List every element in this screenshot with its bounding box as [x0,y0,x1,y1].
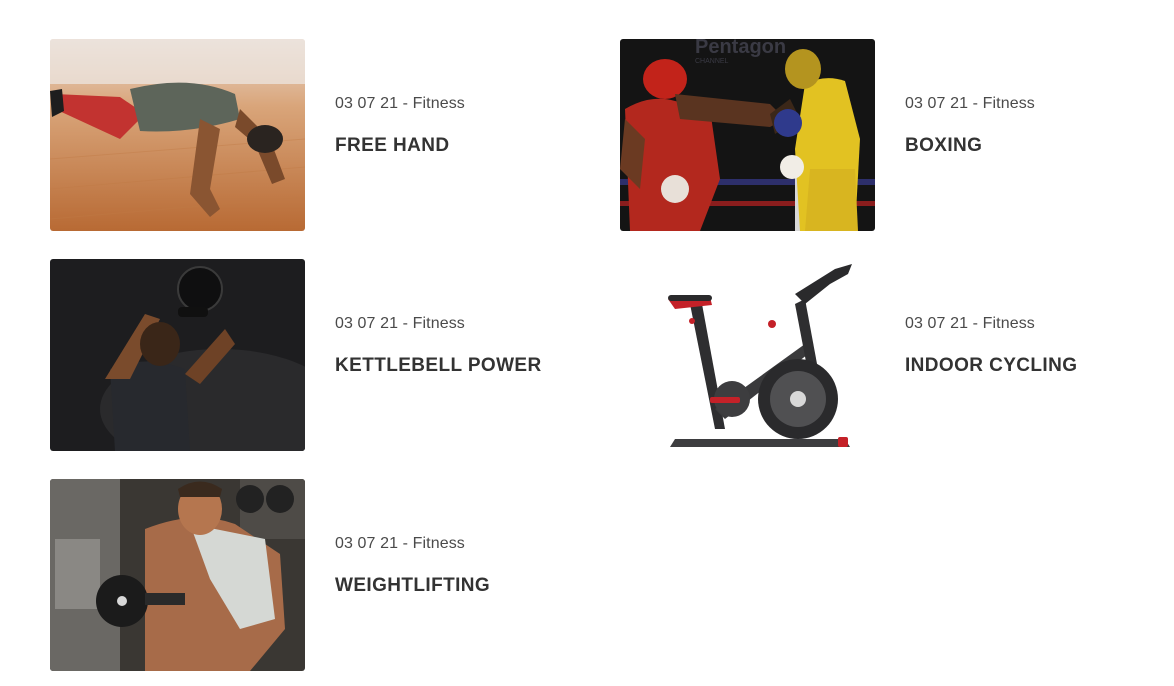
post-meta: 03 07 21 - Fitness [335,95,465,113]
meta-separator: - [398,95,413,112]
exercise-bike-photo [620,259,875,451]
post-info: 03 07 21 - Fitness WEIGHTLIFTING [335,479,490,597]
post-meta: 03 07 21 - Fitness [335,315,542,333]
post-info: 03 07 21 - Fitness KETTLEBELL POWER [335,259,542,377]
post-meta: 03 07 21 - Fitness [905,95,1035,113]
meta-separator: - [398,535,413,552]
photo-watermark: Pentagon [695,39,786,58]
meta-separator: - [968,95,983,112]
photo-watermark-sub: CHANNEL [695,58,729,65]
posts-grid: 03 07 21 - Fitness FREE HAND Pentagon CH… [50,39,1160,671]
weightlifting-photo [50,479,305,671]
meta-separator: - [968,315,983,332]
post-title-link[interactable]: KETTLEBELL POWER [335,355,542,377]
post-date: 03 07 21 [335,95,399,112]
post-date: 03 07 21 [905,315,969,332]
post-category[interactable]: Fitness [413,95,465,112]
post-date: 03 07 21 [335,315,399,332]
kettlebell-photo [50,259,305,451]
post-thumbnail-indoor-cycling[interactable] [620,259,875,451]
post-title-link[interactable]: BOXING [905,135,982,157]
post-date: 03 07 21 [335,535,399,552]
post-title-link[interactable]: WEIGHTLIFTING [335,575,490,597]
post-title-link[interactable]: FREE HAND [335,135,449,157]
post-info: 03 07 21 - Fitness FREE HAND [335,39,465,157]
post-thumbnail-kettlebell-power[interactable] [50,259,305,451]
post-info: 03 07 21 - Fitness BOXING [905,39,1035,157]
push-up-photo [50,39,305,231]
post-card: Pentagon CHANNEL 03 07 21 - Fitness BOXI… [620,39,1160,231]
post-card: 03 07 21 - Fitness FREE HAND [50,39,620,231]
post-thumbnail-free-hand[interactable] [50,39,305,231]
post-meta: 03 07 21 - Fitness [335,535,490,553]
post-title-link[interactable]: INDOOR CYCLING [905,355,1077,377]
post-card: 03 07 21 - Fitness KETTLEBELL POWER [50,259,620,451]
post-thumbnail-boxing[interactable]: Pentagon CHANNEL [620,39,875,231]
post-info: 03 07 21 - Fitness INDOOR CYCLING [905,259,1077,377]
post-category[interactable]: Fitness [413,535,465,552]
post-category[interactable]: Fitness [983,95,1035,112]
post-category[interactable]: Fitness [413,315,465,332]
post-card: 03 07 21 - Fitness INDOOR CYCLING [620,259,1160,451]
post-thumbnail-weightlifting[interactable] [50,479,305,671]
post-card: 03 07 21 - Fitness WEIGHTLIFTING [50,479,620,671]
boxing-photo: Pentagon CHANNEL [620,39,875,231]
post-category[interactable]: Fitness [983,315,1035,332]
meta-separator: - [398,315,413,332]
post-date: 03 07 21 [905,95,969,112]
post-meta: 03 07 21 - Fitness [905,315,1077,333]
